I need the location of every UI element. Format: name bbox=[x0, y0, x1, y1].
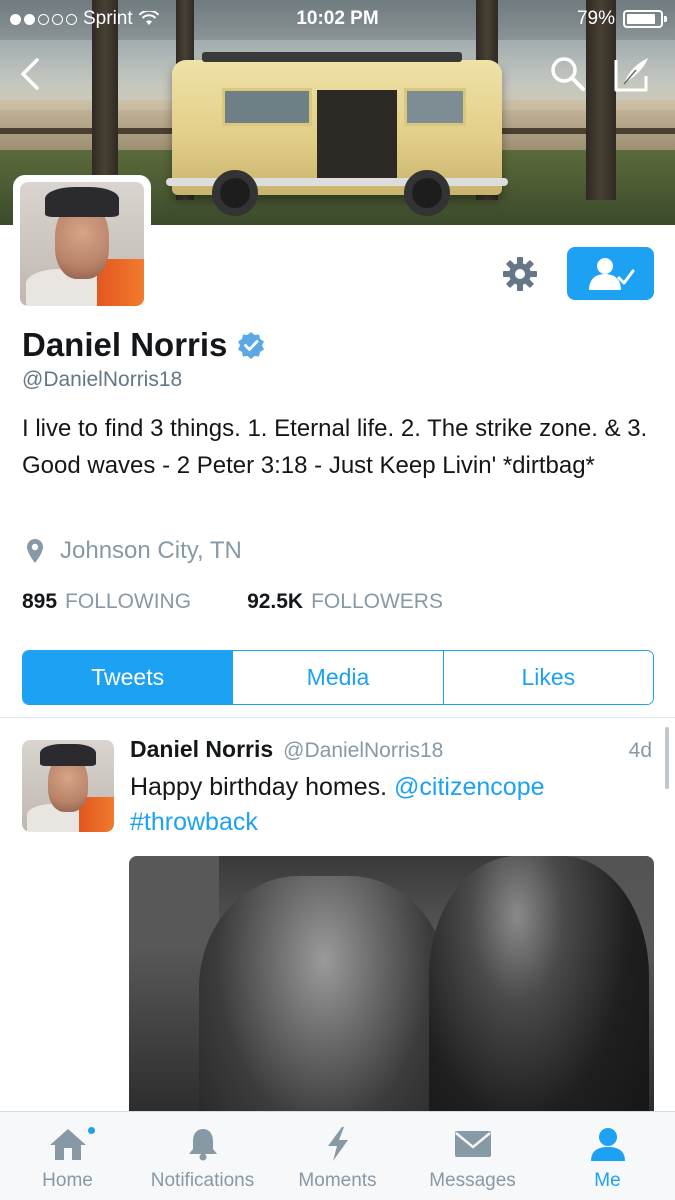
tweet-text-plain: Happy birthday homes. bbox=[130, 773, 388, 801]
envelope-icon bbox=[454, 1131, 491, 1157]
tab-notifications[interactable]: Notifications bbox=[135, 1112, 270, 1200]
tab-notifications-label: Notifications bbox=[150, 1170, 255, 1191]
tab-likes[interactable]: Likes bbox=[443, 651, 653, 704]
bottom-tab-bar: Home Notifications Moments Messages Me bbox=[0, 1111, 675, 1200]
home-notification-dot bbox=[86, 1125, 97, 1136]
tweet-author-handle: @DanielNorris18 bbox=[283, 739, 444, 762]
followers-stat[interactable]: 92.5K FOLLOWERS bbox=[247, 590, 443, 614]
profile-bio: I live to find 3 things. 1. Eternal life… bbox=[22, 415, 648, 479]
user-check-icon bbox=[588, 257, 634, 290]
search-icon bbox=[551, 57, 585, 91]
location-pin-icon bbox=[27, 539, 43, 563]
followers-count: 92.5K bbox=[247, 590, 304, 613]
profile-avatar[interactable] bbox=[13, 175, 151, 313]
tweet-timestamp: 4d bbox=[628, 739, 652, 762]
tweet[interactable]: Daniel Norris @DanielNorris18 4d Happy b… bbox=[0, 718, 675, 1116]
tab-moments[interactable]: Moments bbox=[270, 1112, 405, 1200]
battery-icon bbox=[623, 10, 667, 28]
home-icon bbox=[49, 1129, 86, 1160]
profile-location: Johnson City, TN bbox=[26, 537, 242, 565]
tab-home[interactable]: Home bbox=[0, 1112, 135, 1200]
tab-home-label: Home bbox=[42, 1170, 93, 1191]
compose-icon bbox=[614, 58, 648, 92]
following-stat[interactable]: 895 FOLLOWING bbox=[22, 590, 191, 614]
following-count: 895 bbox=[22, 590, 58, 613]
bell-icon bbox=[188, 1129, 217, 1161]
tab-messages[interactable]: Messages bbox=[405, 1112, 540, 1200]
tab-moments-label: Moments bbox=[298, 1170, 377, 1191]
tab-me[interactable]: Me bbox=[540, 1112, 675, 1200]
profile-handle: @DanielNorris18 bbox=[22, 368, 183, 391]
status-bar: Sprint 10:02 PM 79% bbox=[0, 0, 675, 38]
lightning-icon bbox=[327, 1127, 348, 1161]
battery-percent: 79% bbox=[576, 8, 615, 29]
tweet-avatar[interactable] bbox=[22, 740, 114, 832]
following-button[interactable] bbox=[567, 247, 654, 300]
back-button[interactable] bbox=[8, 52, 52, 96]
profile-tabs: Tweets Media Likes bbox=[22, 650, 654, 705]
gear-icon bbox=[503, 257, 537, 291]
tweet-hashtag-link[interactable]: #throwback bbox=[130, 808, 258, 836]
person-icon bbox=[590, 1128, 625, 1161]
clock: 10:02 PM bbox=[296, 8, 379, 29]
verified-badge-icon bbox=[238, 332, 265, 359]
tweet-text: Happy birthday homes. @citizencope #thro… bbox=[130, 770, 650, 840]
profile-settings-button[interactable] bbox=[498, 252, 542, 296]
tab-me-label: Me bbox=[594, 1170, 621, 1191]
tweet-author-name[interactable]: Daniel Norris bbox=[130, 736, 273, 763]
chevron-left-icon bbox=[21, 58, 39, 90]
scrollbar[interactable] bbox=[665, 727, 669, 789]
profile-name: Daniel Norris bbox=[22, 326, 228, 363]
following-label: FOLLOWING bbox=[65, 590, 192, 613]
tab-messages-label: Messages bbox=[429, 1170, 516, 1191]
tweet-mention-link[interactable]: @citizencope bbox=[394, 773, 544, 801]
tweet-photo[interactable] bbox=[129, 856, 654, 1116]
tab-media[interactable]: Media bbox=[233, 651, 444, 704]
search-button[interactable] bbox=[546, 52, 590, 96]
tab-tweets[interactable]: Tweets bbox=[23, 651, 234, 704]
compose-tweet-button[interactable] bbox=[610, 52, 654, 96]
followers-label: FOLLOWERS bbox=[311, 590, 443, 613]
header-van bbox=[166, 52, 508, 216]
location-text: Johnson City, TN bbox=[60, 537, 242, 564]
